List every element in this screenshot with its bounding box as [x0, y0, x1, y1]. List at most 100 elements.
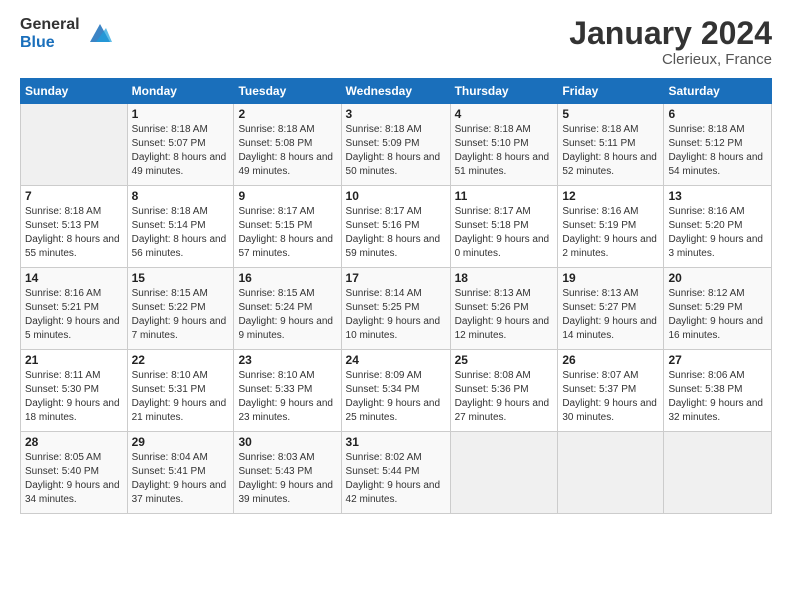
col-wednesday: Wednesday [341, 79, 450, 104]
day-number: 3 [346, 107, 446, 121]
day-info: Sunrise: 8:08 AMSunset: 5:36 PMDaylight:… [455, 369, 554, 425]
day-number: 19 [562, 271, 659, 285]
calendar-cell [664, 432, 772, 514]
day-number: 1 [132, 107, 230, 121]
day-number: 31 [346, 435, 446, 449]
day-number: 27 [668, 353, 767, 367]
day-number: 24 [346, 353, 446, 367]
day-number: 12 [562, 189, 659, 203]
calendar-week-3: 21 Sunrise: 8:11 AMSunset: 5:30 PMDayligh… [21, 350, 772, 432]
day-number: 21 [25, 353, 123, 367]
calendar-cell: 24Sunrise: 8:09 AMSunset: 5:34 PMDayligh… [341, 350, 450, 432]
day-info: Sunrise: 8:15 AMSunset: 5:24 PMDaylight:… [238, 287, 336, 343]
day-number: 8 [132, 189, 230, 203]
day-number: 29 [132, 435, 230, 449]
day-number: 13 [668, 189, 767, 203]
location: Clerieux, France [569, 51, 772, 68]
day-info: Sunrise: 8:17 AMSunset: 5:16 PMDaylight:… [346, 205, 446, 261]
day-number: 16 [238, 271, 336, 285]
day-info: Sunrise: 8:18 AMSunset: 5:12 PMDaylight:… [668, 123, 767, 179]
calendar-cell: 4 Sunrise: 8:18 AMSunset: 5:10 PMDaylight… [450, 104, 558, 186]
col-monday: Monday [127, 79, 234, 104]
calendar-cell: 1Sunrise: 8:18 AMSunset: 5:07 PMDaylight… [127, 104, 234, 186]
day-info: Sunrise: 8:10 AMSunset: 5:31 PMDaylight:… [132, 369, 230, 425]
day-number: 2 [238, 107, 336, 121]
calendar-cell [558, 432, 664, 514]
calendar-cell: 30Sunrise: 8:03 AMSunset: 5:43 PMDayligh… [234, 432, 341, 514]
calendar-cell: 20Sunrise: 8:12 AMSunset: 5:29 PMDayligh… [664, 268, 772, 350]
day-info: Sunrise: 8:04 AMSunset: 5:41 PMDaylight:… [132, 451, 230, 507]
day-number: 9 [238, 189, 336, 203]
calendar-cell: 25 Sunrise: 8:08 AMSunset: 5:36 PMDayligh… [450, 350, 558, 432]
calendar-cell: 21 Sunrise: 8:11 AMSunset: 5:30 PMDayligh… [21, 350, 128, 432]
day-info: Sunrise: 8:16 AMSunset: 5:19 PMDaylight:… [562, 205, 659, 261]
day-number: 15 [132, 271, 230, 285]
day-info: Sunrise: 8:14 AMSunset: 5:25 PMDaylight:… [346, 287, 446, 343]
logo: General Blue [20, 16, 114, 51]
calendar-cell: 13 Sunrise: 8:16 AMSunset: 5:20 PMDayligh… [664, 186, 772, 268]
col-tuesday: Tuesday [234, 79, 341, 104]
day-info: Sunrise: 8:18 AMSunset: 5:10 PMDaylight:… [455, 123, 554, 179]
calendar-cell: 14Sunrise: 8:16 AMSunset: 5:21 PMDayligh… [21, 268, 128, 350]
day-info: Sunrise: 8:05 AMSunset: 5:40 PMDaylight:… [25, 451, 123, 507]
day-info: Sunrise: 8:10 AMSunset: 5:33 PMDaylight:… [238, 369, 336, 425]
day-info: Sunrise: 8:13 AMSunset: 5:27 PMDaylight:… [562, 287, 659, 343]
calendar-cell: 6 Sunrise: 8:18 AMSunset: 5:12 PMDaylight… [664, 104, 772, 186]
calendar-cell: 26 Sunrise: 8:07 AMSunset: 5:37 PMDayligh… [558, 350, 664, 432]
day-number: 4 [455, 107, 554, 121]
calendar-cell [21, 104, 128, 186]
calendar-cell: 11Sunrise: 8:17 AMSunset: 5:18 PMDayligh… [450, 186, 558, 268]
calendar-cell: 5 Sunrise: 8:18 AMSunset: 5:11 PMDaylight… [558, 104, 664, 186]
day-number: 23 [238, 353, 336, 367]
calendar-cell: 18 Sunrise: 8:13 AMSunset: 5:26 PMDayligh… [450, 268, 558, 350]
col-thursday: Thursday [450, 79, 558, 104]
day-info: Sunrise: 8:15 AMSunset: 5:22 PMDaylight:… [132, 287, 230, 343]
day-info: Sunrise: 8:18 AMSunset: 5:11 PMDaylight:… [562, 123, 659, 179]
day-info: Sunrise: 8:16 AMSunset: 5:21 PMDaylight:… [25, 287, 123, 343]
day-info: Sunrise: 8:18 AMSunset: 5:08 PMDaylight:… [238, 123, 336, 179]
day-number: 30 [238, 435, 336, 449]
day-number: 5 [562, 107, 659, 121]
col-saturday: Saturday [664, 79, 772, 104]
day-number: 7 [25, 189, 123, 203]
day-info: Sunrise: 8:18 AMSunset: 5:14 PMDaylight:… [132, 205, 230, 261]
logo-text: General Blue [20, 16, 80, 51]
day-number: 6 [668, 107, 767, 121]
day-number: 17 [346, 271, 446, 285]
title-block: January 2024 Clerieux, France [569, 16, 772, 68]
header-row: Sunday Monday Tuesday Wednesday Thursday… [21, 79, 772, 104]
day-info: Sunrise: 8:16 AMSunset: 5:20 PMDaylight:… [668, 205, 767, 261]
calendar-cell: 15 Sunrise: 8:15 AMSunset: 5:22 PMDayligh… [127, 268, 234, 350]
header: General Blue January 2024 Clerieux, Fran… [20, 16, 772, 68]
calendar-cell: 17 Sunrise: 8:14 AMSunset: 5:25 PMDayligh… [341, 268, 450, 350]
calendar-cell: 31Sunrise: 8:02 AMSunset: 5:44 PMDayligh… [341, 432, 450, 514]
calendar-cell: 16 Sunrise: 8:15 AMSunset: 5:24 PMDayligh… [234, 268, 341, 350]
calendar-cell: 19 Sunrise: 8:13 AMSunset: 5:27 PMDayligh… [558, 268, 664, 350]
calendar-week-4: 28 Sunrise: 8:05 AMSunset: 5:40 PMDayligh… [21, 432, 772, 514]
calendar-cell: 12 Sunrise: 8:16 AMSunset: 5:19 PMDayligh… [558, 186, 664, 268]
logo-blue: Blue [20, 34, 80, 52]
day-number: 11 [455, 189, 554, 203]
day-info: Sunrise: 8:13 AMSunset: 5:26 PMDaylight:… [455, 287, 554, 343]
day-info: Sunrise: 8:17 AMSunset: 5:15 PMDaylight:… [238, 205, 336, 261]
calendar-cell [450, 432, 558, 514]
day-info: Sunrise: 8:11 AMSunset: 5:30 PMDaylight:… [25, 369, 123, 425]
day-number: 25 [455, 353, 554, 367]
calendar-week-2: 14Sunrise: 8:16 AMSunset: 5:21 PMDayligh… [21, 268, 772, 350]
day-number: 18 [455, 271, 554, 285]
calendar-header: Sunday Monday Tuesday Wednesday Thursday… [21, 79, 772, 104]
calendar: Sunday Monday Tuesday Wednesday Thursday… [20, 78, 772, 514]
day-info: Sunrise: 8:07 AMSunset: 5:37 PMDaylight:… [562, 369, 659, 425]
calendar-week-1: 7Sunrise: 8:18 AMSunset: 5:13 PMDaylight… [21, 186, 772, 268]
day-number: 28 [25, 435, 123, 449]
day-number: 26 [562, 353, 659, 367]
day-info: Sunrise: 8:18 AMSunset: 5:09 PMDaylight:… [346, 123, 446, 179]
day-info: Sunrise: 8:06 AMSunset: 5:38 PMDaylight:… [668, 369, 767, 425]
calendar-week-0: 1Sunrise: 8:18 AMSunset: 5:07 PMDaylight… [21, 104, 772, 186]
calendar-cell: 29 Sunrise: 8:04 AMSunset: 5:41 PMDayligh… [127, 432, 234, 514]
calendar-cell: 28 Sunrise: 8:05 AMSunset: 5:40 PMDayligh… [21, 432, 128, 514]
page-container: General Blue January 2024 Clerieux, Fran… [0, 0, 792, 612]
logo-icon [86, 20, 114, 48]
calendar-cell: 23 Sunrise: 8:10 AMSunset: 5:33 PMDayligh… [234, 350, 341, 432]
calendar-cell: 27 Sunrise: 8:06 AMSunset: 5:38 PMDayligh… [664, 350, 772, 432]
